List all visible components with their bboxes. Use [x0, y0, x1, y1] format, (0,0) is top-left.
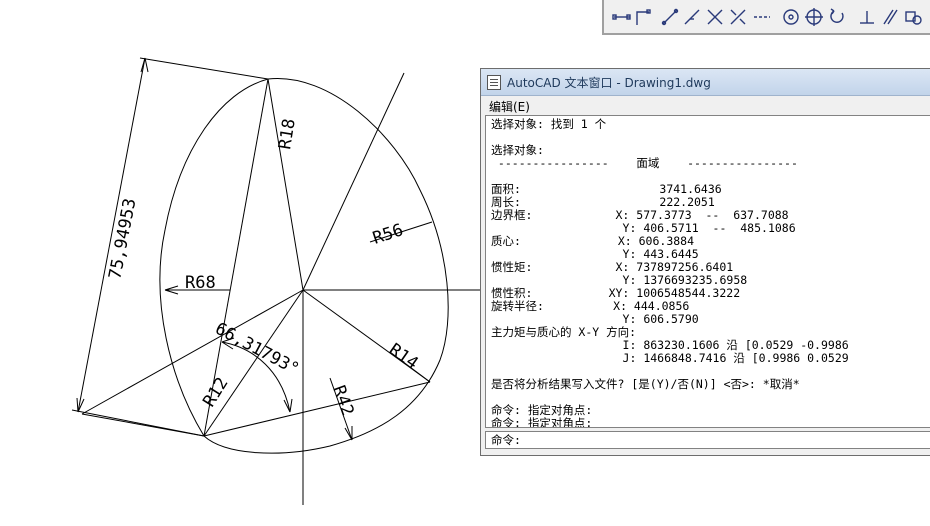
dim-arc-icon[interactable]: [682, 7, 702, 27]
dim-aligned-icon[interactable]: [660, 7, 680, 27]
history-line: ---------------- 面域 ----------------: [491, 156, 798, 170]
dim-line-overall: [77, 57, 146, 413]
dim-label-r12: R12: [199, 374, 232, 411]
text-window-titlebar[interactable]: AutoCAD 文本窗口 - Drawing1.dwg: [481, 69, 930, 96]
history-line: 选择对象: 找到 1 个: [491, 117, 607, 131]
document-icon: [487, 75, 501, 90]
dim-arrow: [140, 57, 149, 73]
dim-rotate-icon[interactable]: [827, 7, 847, 27]
dim-break-icon[interactable]: [728, 7, 748, 27]
dim-center-icon[interactable]: [781, 7, 801, 27]
history-line: 命令: 指定对角点:: [491, 416, 593, 428]
dim-crosshair-icon[interactable]: [804, 7, 824, 27]
menu-edit[interactable]: 编辑(E): [489, 98, 530, 115]
dimension-toolbar: [602, 0, 930, 35]
dim-arrow: [344, 426, 353, 441]
dim-parallel-icon[interactable]: [880, 7, 900, 27]
construction-line: [267, 78, 304, 291]
dim-dashed-icon[interactable]: [752, 7, 772, 27]
command-prompt: 命令:: [491, 433, 521, 447]
dim-extension-line: [139, 57, 269, 80]
command-line[interactable]: 命令:: [485, 431, 930, 449]
dim-label-r14: R14: [385, 340, 422, 374]
history-line: J: 1466848.7416 沿 [0.9986 0.0529: [491, 351, 849, 365]
dim-linear-icon[interactable]: [612, 7, 632, 27]
dim-perpendicular-icon[interactable]: [857, 7, 877, 27]
dim-label-r42: R42: [328, 383, 357, 419]
dim-label-r56: R56: [370, 220, 405, 249]
history-line: 是否将分析结果写入文件? [是(Y)/否(N)] <否>: *取消*: [491, 377, 800, 391]
dim-label-r68: R68: [185, 273, 216, 293]
center-line-diagonal: [302, 72, 405, 291]
window-title: AutoCAD 文本窗口 - Drawing1.dwg: [507, 76, 711, 90]
menu-bar: 编辑(E): [481, 96, 930, 115]
dim-extension-line: [71, 409, 205, 437]
construction-line: [203, 381, 431, 437]
dim-label-r18: R18: [275, 117, 300, 150]
dim-intersect-icon[interactable]: [705, 7, 725, 27]
text-history[interactable]: 选择对象: 找到 1 个选择对象: ---------------- 面域 --…: [485, 115, 930, 428]
autocad-text-window: AutoCAD 文本窗口 - Drawing1.dwg 编辑(E) 选择对象: …: [480, 68, 930, 456]
dim-label-angle: 66,31793°: [212, 319, 303, 380]
dim-edit-icon[interactable]: [903, 7, 923, 27]
dim-ordinate-icon[interactable]: [633, 7, 653, 27]
